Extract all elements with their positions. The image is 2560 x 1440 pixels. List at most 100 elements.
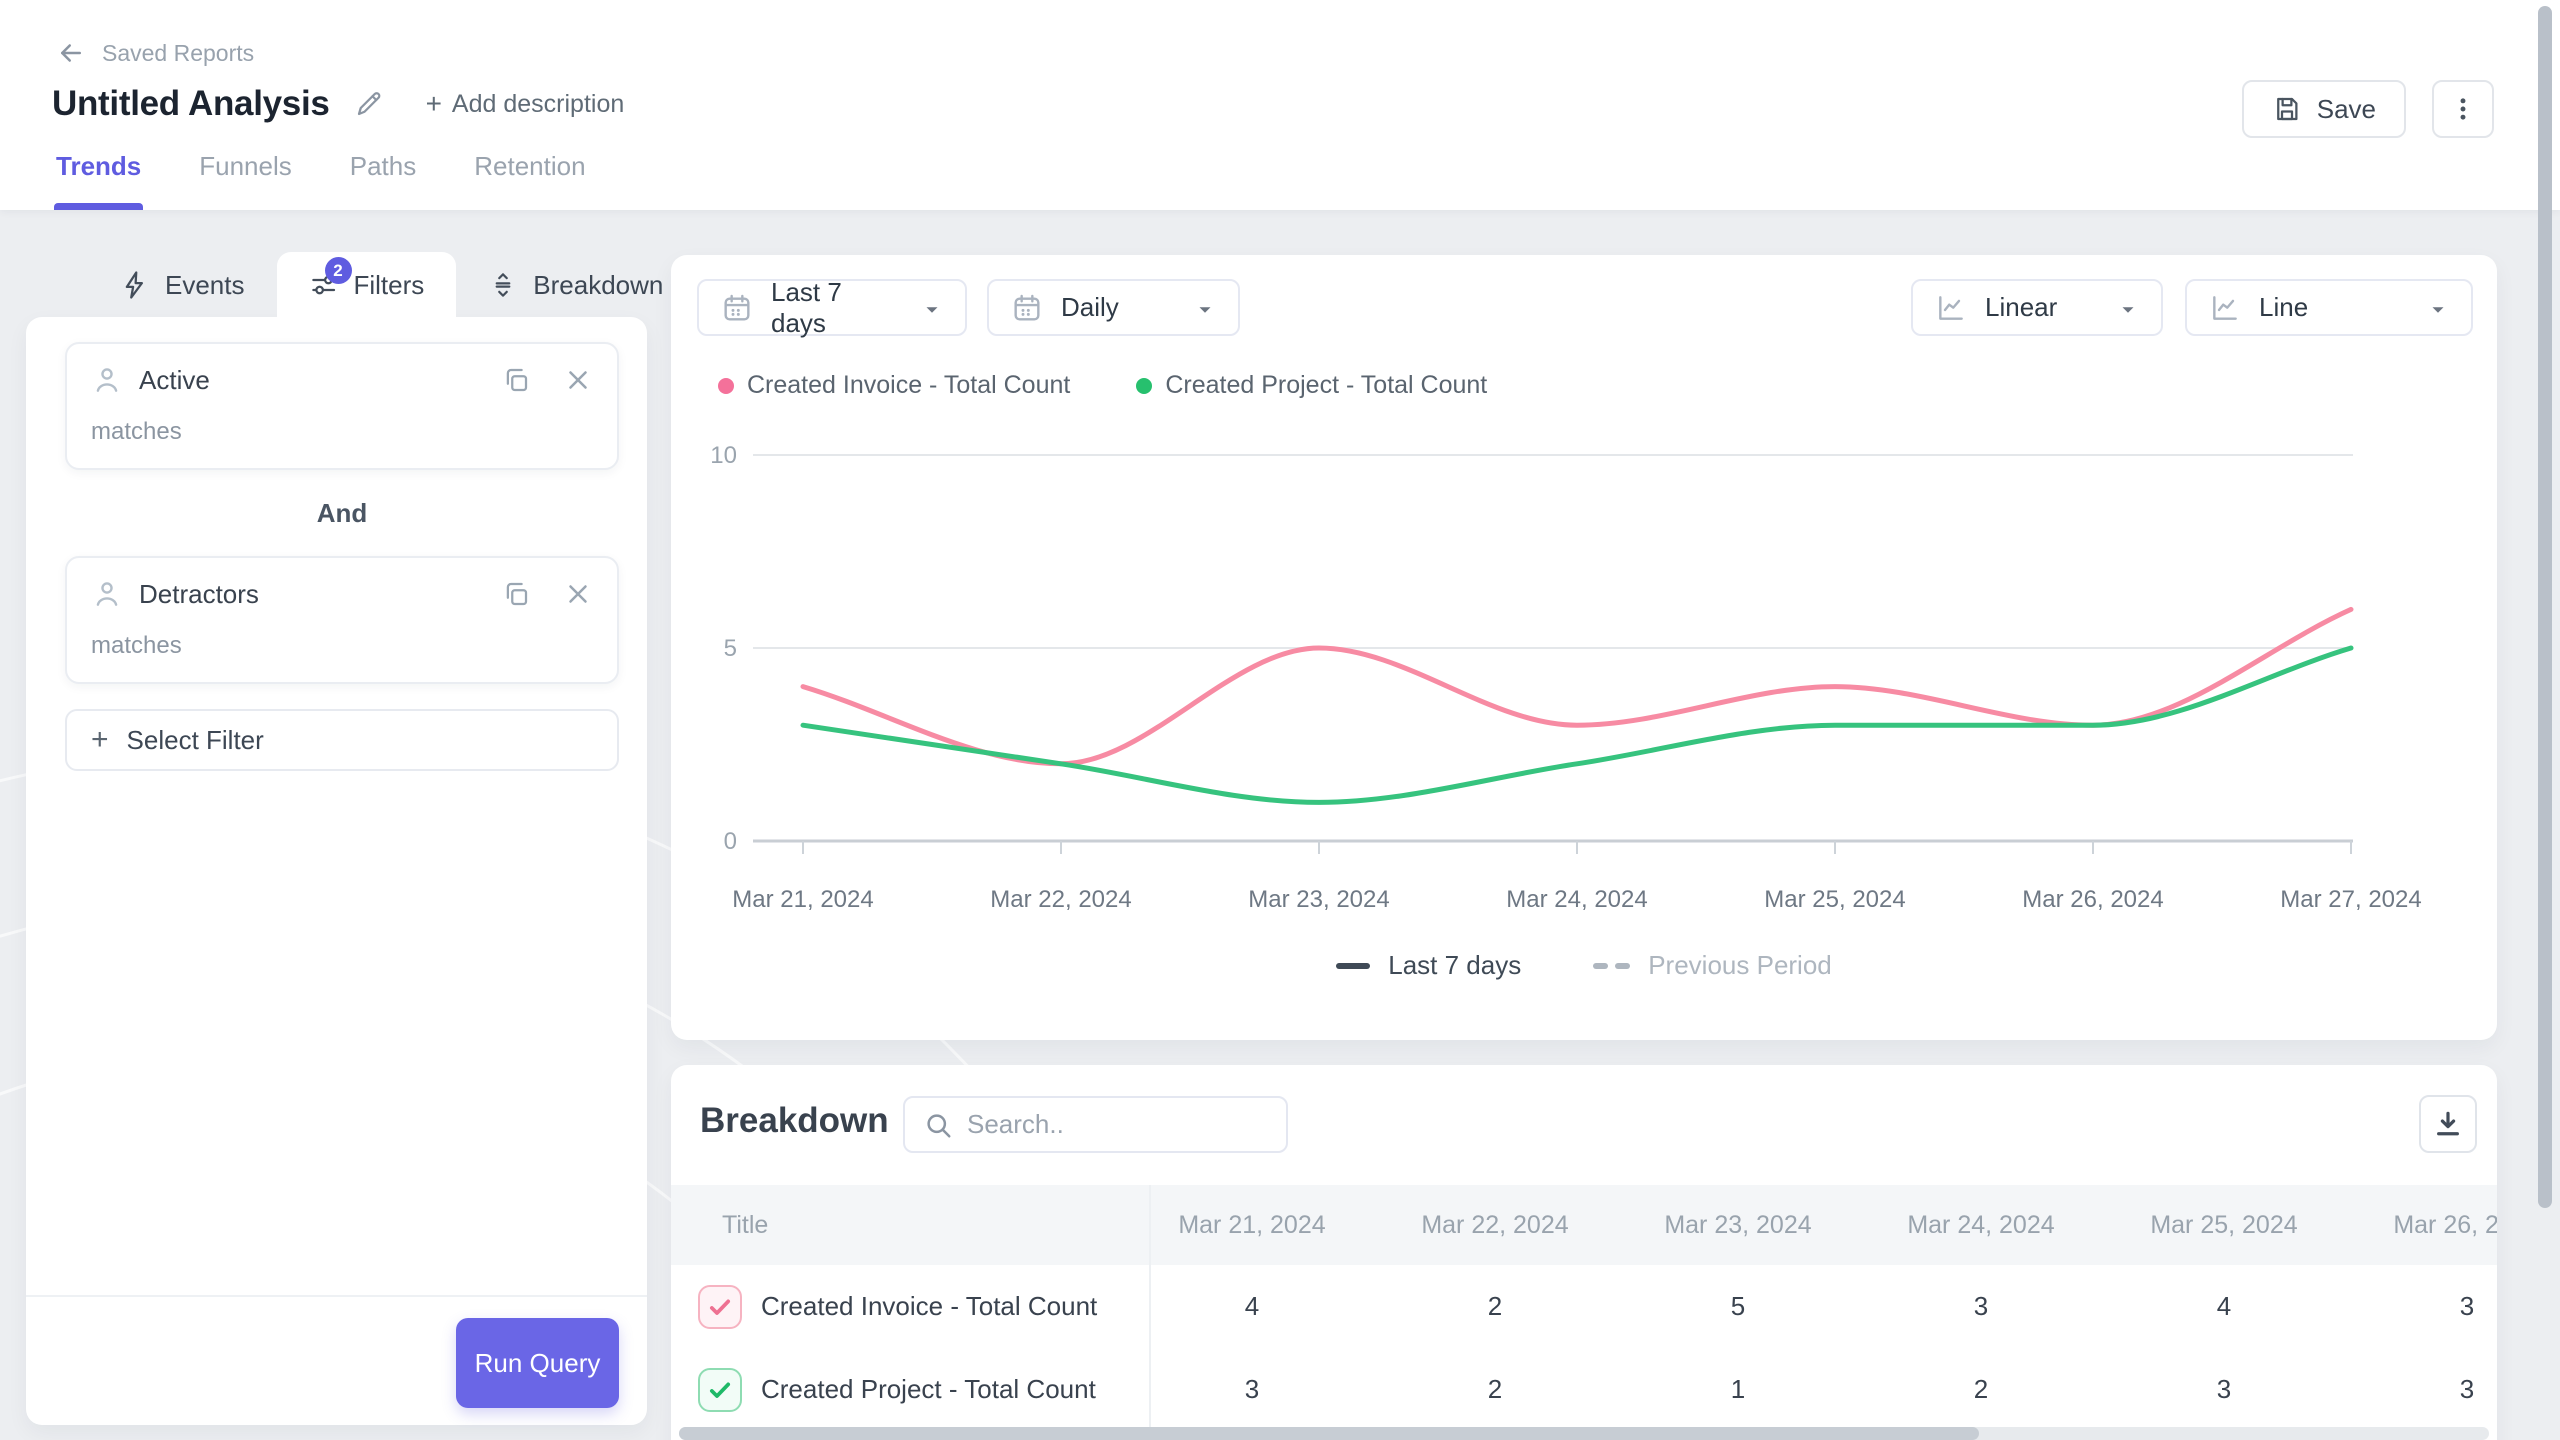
table-cell: 3	[1130, 1348, 1374, 1431]
trend-line-chart: 0510Mar 21, 2024Mar 22, 2024Mar 23, 2024…	[671, 415, 2497, 935]
tab-funnels[interactable]: Funnels	[199, 151, 292, 210]
table-cell: 3	[2345, 1348, 2497, 1431]
select-filter-label: Select Filter	[127, 725, 264, 756]
chart-card: Last 7 days Daily Linear	[671, 255, 2497, 1040]
more-options-button[interactable]	[2432, 80, 2494, 138]
granularity-value: Daily	[1061, 292, 1176, 323]
tab-paths[interactable]: Paths	[350, 151, 417, 210]
person-icon	[91, 364, 123, 396]
period-legend-solid[interactable]: Last 7 days	[1336, 950, 1521, 981]
table-cell: 2	[1373, 1348, 1617, 1431]
add-description-label: Add description	[452, 90, 624, 119]
builder-tab-breakdown[interactable]: Breakdown	[456, 252, 695, 318]
calendar-icon	[1011, 292, 1043, 324]
remove-filter-icon[interactable]	[563, 579, 593, 609]
table-cell: 4	[2102, 1265, 2346, 1348]
filter-stack: Active matches AndDetractorsmatches + Select…	[65, 342, 619, 771]
legend-dot	[718, 378, 734, 394]
y-tick-label: 0	[724, 828, 737, 855]
back-label: Saved Reports	[102, 40, 254, 67]
add-description-button[interactable]: + Add description	[426, 88, 625, 120]
period-legend: Last 7 days Previous Period	[671, 950, 2497, 981]
period-legend-label: Previous Period	[1648, 950, 1832, 981]
report-tabs: Trends Funnels Paths Retention	[56, 151, 586, 210]
table-cell: 2	[1859, 1348, 2103, 1431]
granularity-dropdown[interactable]: Daily	[987, 279, 1240, 336]
chart-type-dropdown[interactable]: Line	[2185, 279, 2473, 336]
period-legend-label: Last 7 days	[1388, 950, 1521, 981]
plus-icon: +	[426, 88, 442, 120]
app-header: Saved Reports Untitled Analysis + Add de…	[0, 0, 2560, 210]
legend-item[interactable]: Created Invoice - Total Count	[718, 371, 1070, 400]
table-cell: 3	[2345, 1265, 2497, 1348]
legend-label: Created Invoice - Total Count	[747, 371, 1070, 400]
table-row: Created Project - Total Count321233	[671, 1348, 2497, 1431]
breakdown-title: Breakdown	[700, 1101, 889, 1141]
row-checkbox[interactable]	[698, 1285, 742, 1329]
table-column-divider	[1149, 1185, 1151, 1440]
breakdown-search	[903, 1096, 1288, 1153]
x-tick-label: Mar 22, 2024	[990, 886, 1131, 913]
chevron-down-icon	[2427, 297, 2449, 319]
filter-operator: matches	[91, 418, 593, 446]
download-icon	[2432, 1108, 2464, 1140]
table-cell: 1	[1616, 1348, 1860, 1431]
table-header-row: TitleMar 21, 2024Mar 22, 2024Mar 23, 202…	[671, 1185, 2497, 1265]
chevron-down-icon	[1194, 297, 1216, 319]
run-query-button[interactable]: Run Query	[456, 1318, 619, 1408]
duplicate-filter-icon[interactable]	[501, 365, 531, 395]
period-legend-dashed[interactable]: Previous Period	[1593, 950, 1832, 981]
lightning-icon	[120, 270, 150, 300]
edit-title-icon[interactable]	[354, 89, 384, 119]
builder-tab-label: Breakdown	[533, 270, 663, 301]
solid-line-swatch	[1336, 963, 1370, 969]
scale-dropdown[interactable]: Linear	[1911, 279, 2163, 336]
date-range-dropdown[interactable]: Last 7 days	[697, 279, 967, 336]
y-tick-label: 5	[724, 635, 737, 662]
line-chart-icon	[1935, 292, 1967, 324]
filter-card-active[interactable]: Active matches	[65, 342, 619, 470]
back-link[interactable]: Saved Reports	[56, 38, 254, 68]
horizontal-scrollbar	[679, 1427, 2489, 1440]
x-tick-label: Mar 25, 2024	[1764, 886, 1905, 913]
duplicate-filter-icon[interactable]	[501, 579, 531, 609]
dashed-line-swatch	[1593, 963, 1630, 969]
save-button[interactable]: Save	[2242, 80, 2406, 138]
vertical-scrollbar-thumb[interactable]	[2538, 6, 2552, 1208]
filter-name: Active	[139, 365, 485, 396]
search-input[interactable]	[967, 1109, 1268, 1140]
table-cell: 4	[1130, 1265, 1374, 1348]
date-range-value: Last 7 days	[771, 277, 903, 339]
filter-operator: matches	[91, 632, 593, 660]
x-tick-label: Mar 23, 2024	[1248, 886, 1389, 913]
plus-icon: +	[91, 723, 109, 757]
tab-retention[interactable]: Retention	[474, 151, 585, 210]
tab-trends[interactable]: Trends	[56, 151, 141, 210]
builder-tab-events[interactable]: Events	[88, 252, 277, 318]
filter-card-detractors[interactable]: Detractorsmatches	[65, 556, 619, 684]
remove-filter-icon[interactable]	[563, 365, 593, 395]
row-label: Created Project - Total Count	[761, 1374, 1096, 1405]
column-header-date: Mar 25, 2024	[2102, 1185, 2346, 1265]
download-button[interactable]	[2419, 1095, 2477, 1153]
arrow-left-icon	[56, 38, 86, 68]
search-icon	[923, 1110, 953, 1140]
row-checkbox[interactable]	[698, 1368, 742, 1412]
legend-item[interactable]: Created Project - Total Count	[1136, 371, 1487, 400]
builder-tab-filters[interactable]: 2Filters	[277, 252, 457, 318]
select-filter-button[interactable]: + Select Filter	[65, 709, 619, 771]
builder-tab-label: Filters	[354, 270, 425, 301]
table-cell: 3	[2102, 1348, 2346, 1431]
kebab-menu-icon	[2449, 95, 2477, 123]
column-header-date: Mar 26, 2024	[2345, 1185, 2497, 1265]
horizontal-scrollbar-thumb[interactable]	[679, 1427, 1979, 1440]
and-connector: And	[65, 470, 619, 556]
table-cell: 2	[1373, 1265, 1617, 1348]
scale-value: Linear	[1985, 292, 2099, 323]
x-tick-label: Mar 27, 2024	[2280, 886, 2421, 913]
swap-vertical-icon	[488, 270, 518, 300]
table-cell: 5	[1616, 1265, 1860, 1348]
x-tick-label: Mar 24, 2024	[1506, 886, 1647, 913]
column-header-date: Mar 22, 2024	[1373, 1185, 1617, 1265]
y-tick-label: 10	[710, 442, 737, 469]
